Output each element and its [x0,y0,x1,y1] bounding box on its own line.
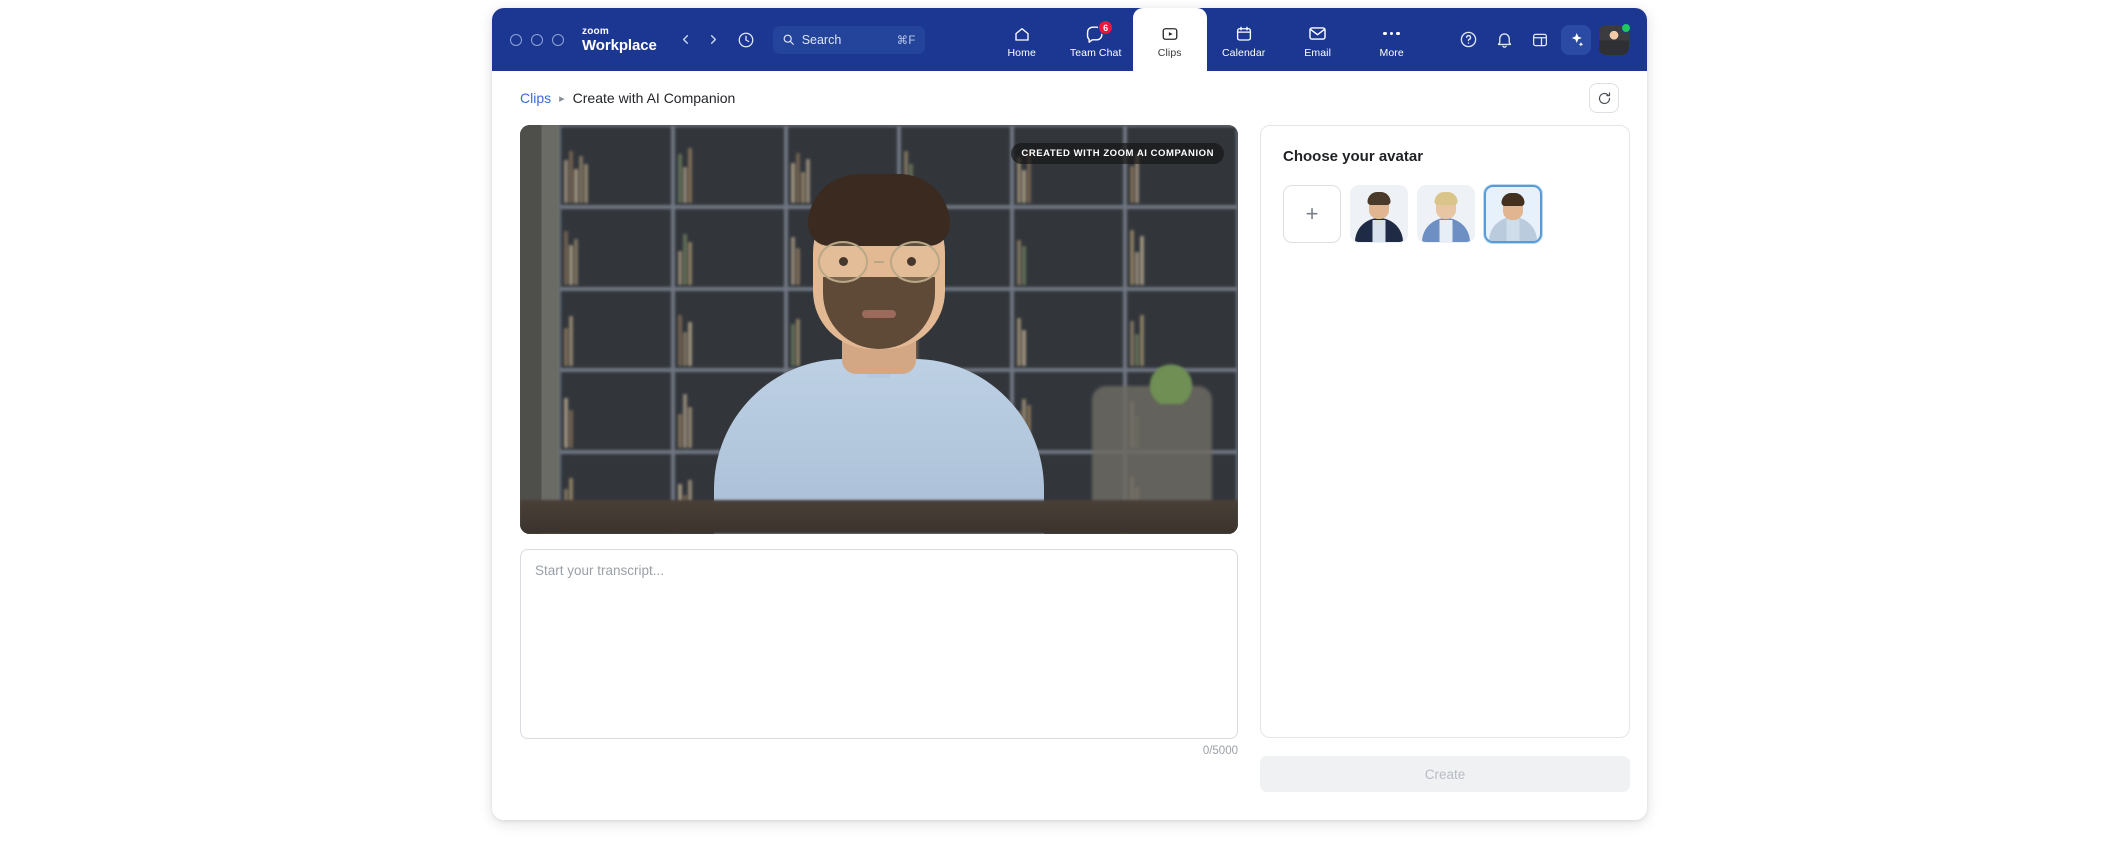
chair-decoration [1092,386,1212,506]
tab-team-chat[interactable]: 6 Team Chat [1059,8,1133,71]
chat-icon: 6 [1086,20,1114,43]
home-icon [1013,24,1031,43]
search-icon [782,33,795,46]
main-content: Clips ▸ Create with AI Companion CREATED… [492,71,1647,820]
clips-icon [1161,24,1179,43]
tab-team-chat-label: Team Chat [1069,47,1122,59]
ai-companion-icon[interactable] [1561,24,1591,55]
maximize-window-button[interactable] [552,33,564,46]
titlebar-right-group [1453,8,1647,71]
avatar-option-2[interactable] [1417,185,1475,243]
avatar-option-1[interactable] [1350,185,1408,243]
more-dots-icon [1383,24,1400,43]
video-preview[interactable]: CREATED WITH ZOOM AI COMPANION [520,125,1238,534]
tab-home[interactable]: Home [985,8,1059,71]
search-placeholder-label: Search [801,32,842,47]
chevron-left-icon[interactable] [673,27,699,53]
notifications-icon[interactable] [1489,25,1519,55]
navigation-arrows [673,27,759,53]
tab-home-label: Home [1007,47,1036,59]
brand-workplace-label: Workplace [582,36,657,54]
title-bar: zoom Workplace Search ⌘F Home 6 Team Cha… [492,8,1647,71]
presenter-figure [714,174,1044,534]
tab-calendar[interactable]: Calendar [1207,8,1281,71]
left-column: CREATED WITH ZOOM AI COMPANION 0/5000 [520,125,1238,757]
tab-email-label: Email [1304,47,1332,59]
avatar-panel-title: Choose your avatar [1283,148,1424,165]
refresh-button[interactable] [1589,83,1619,113]
search-shortcut-label: ⌘F [896,34,916,47]
tab-more[interactable]: More [1355,8,1429,71]
tab-calendar-label: Calendar [1221,47,1266,59]
avatar-option-3[interactable] [1484,185,1542,243]
breadcrumb: Clips ▸ Create with AI Companion [520,71,1619,125]
refresh-icon [1597,91,1612,106]
search-input[interactable]: Search ⌘F [772,25,925,54]
breadcrumb-separator: ▸ [559,92,565,105]
zoom-workplace-window: zoom Workplace Search ⌘F Home 6 Team Cha… [492,8,1647,820]
email-icon [1308,24,1327,43]
character-counter: 0/5000 [1202,745,1238,757]
breadcrumb-clips-link[interactable]: Clips [520,90,551,106]
avatar-panel: Choose your avatar + [1260,125,1630,738]
calendar-icon [1235,24,1253,43]
right-column: Choose your avatar + Create [1260,125,1630,792]
apps-window-icon[interactable] [1525,25,1555,55]
team-chat-unread-badge: 6 [1098,20,1114,35]
tab-more-label: More [1379,47,1404,59]
ai-companion-watermark: CREATED WITH ZOOM AI COMPANION [1011,143,1224,164]
presence-indicator [1621,22,1631,33]
titlebar-left-group: zoom Workplace Search ⌘F [492,8,925,71]
user-avatar[interactable] [1599,22,1631,55]
chevron-right-icon[interactable] [701,27,727,53]
desk-decoration [520,500,1238,534]
avatar-options-row: + [1283,185,1607,243]
app-brand: zoom Workplace [582,25,657,54]
add-avatar-button[interactable]: + [1283,185,1341,243]
main-tabs: Home 6 Team Chat Clips Calendar Email Mo… [985,8,1453,71]
brand-zoom-label: zoom [582,25,609,37]
workspace: CREATED WITH ZOOM AI COMPANION 0/5000 Ch… [520,125,1630,792]
transcript-section: 0/5000 [520,549,1238,757]
close-window-button[interactable] [510,33,522,46]
minimize-window-button[interactable] [531,33,543,46]
create-button[interactable]: Create [1260,756,1630,792]
tab-clips-label: Clips [1157,47,1182,59]
window-controls[interactable] [510,33,564,46]
transcript-input[interactable] [520,549,1238,739]
page-title: Create with AI Companion [572,90,736,106]
help-icon[interactable] [1453,25,1483,55]
plus-icon: + [1305,201,1319,226]
tab-clips[interactable]: Clips [1132,8,1207,71]
clock-history-icon[interactable] [733,27,759,53]
plant-decoration [1148,358,1194,404]
tab-email[interactable]: Email [1281,8,1355,71]
